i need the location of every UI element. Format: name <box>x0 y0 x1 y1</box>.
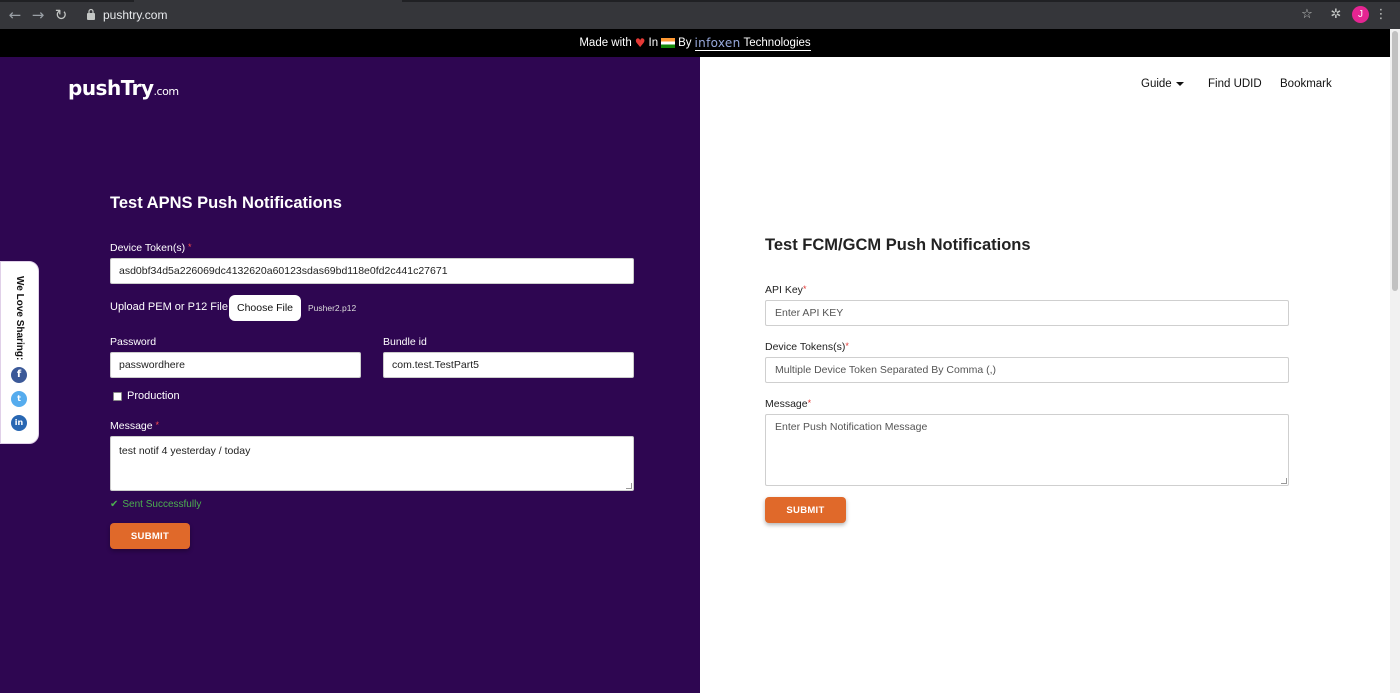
company-name: Technologies <box>743 36 811 49</box>
scrollbar-thumb[interactable] <box>1392 31 1398 291</box>
fcm-title: Test FCM/GCM Push Notifications <box>765 236 1031 254</box>
check-icon: ✔ <box>110 499 119 510</box>
fcm-message-label: Message* <box>765 398 811 410</box>
api-key-label: API Key* <box>765 284 806 296</box>
logo-text: pushTry <box>68 76 154 100</box>
fcm-submit-button[interactable]: SUBMIT <box>765 497 846 523</box>
linkedin-icon[interactable]: in <box>11 415 27 431</box>
back-icon[interactable]: ← <box>6 6 24 24</box>
choose-file-button[interactable]: Choose File <box>229 295 301 321</box>
nav-find-udid[interactable]: Find UDID <box>1208 78 1262 90</box>
lock-icon[interactable] <box>86 8 96 20</box>
company-logo: infoxen <box>694 35 741 50</box>
message-label-text: Message <box>110 420 153 432</box>
resize-handle[interactable] <box>1281 478 1287 484</box>
device-token-input[interactable]: asd0bf34d5a226069dc4132620a60123sdas69bd… <box>110 258 634 284</box>
bundle-id-label: Bundle id <box>383 336 427 348</box>
required-marker: * <box>807 398 812 408</box>
api-key-input[interactable]: Enter API KEY <box>765 300 1289 326</box>
top-banner: Made with ♥ In By infoxen Technologies <box>0 29 1390 57</box>
status-message: ✔ Sent Successfully <box>110 499 201 510</box>
company-link[interactable]: infoxen Technologies <box>694 35 811 51</box>
fcm-message-label-text: Message <box>765 398 808 410</box>
device-token-label: Device Token(s) * <box>110 242 192 254</box>
resize-handle[interactable] <box>626 483 632 489</box>
twitter-icon[interactable]: t <box>11 391 27 407</box>
share-label: We Love Sharing: <box>11 276 25 361</box>
active-tab[interactable] <box>134 0 402 2</box>
caret-down-icon <box>1175 81 1184 86</box>
fcm-panel: Guide Find UDID Bookmark Test FCM/GCM Pu… <box>700 57 1390 693</box>
required-marker: * <box>155 420 160 430</box>
share-widget: We Love Sharing: f t in <box>0 261 39 444</box>
india-flag-icon <box>661 38 676 48</box>
share-label-text: We Love Sharing: <box>14 276 25 361</box>
facebook-icon[interactable]: f <box>11 367 27 383</box>
status-text: Sent Successfully <box>122 499 202 510</box>
api-key-label-text: API Key <box>765 284 803 296</box>
address-bar[interactable]: pushtry.com <box>103 8 167 22</box>
apns-submit-button[interactable]: SUBMIT <box>110 523 190 549</box>
file-name: Pusher2.p12 <box>308 303 357 313</box>
message-label: Message * <box>110 420 159 432</box>
avatar[interactable]: J <box>1352 6 1369 23</box>
nav-bookmark[interactable]: Bookmark <box>1280 78 1332 90</box>
required-marker: * <box>802 284 807 294</box>
required-marker: * <box>845 341 849 351</box>
device-token-label-text: Device Token(s) <box>110 242 186 254</box>
banner-by: By <box>678 37 692 49</box>
device-tokens-label: Device Tokens(s)* <box>765 341 849 353</box>
banner-in: In <box>648 37 659 49</box>
apns-panel: pushTry.com Test APNS Push Notifications… <box>0 57 700 693</box>
page-scrollbar[interactable] <box>1390 29 1400 693</box>
device-tokens-input[interactable]: Multiple Device Token Separated By Comma… <box>765 357 1289 383</box>
logo-suffix: .com <box>153 85 180 98</box>
heart-icon: ♥ <box>634 36 646 50</box>
banner-made-with: Made with <box>579 37 632 49</box>
production-checkbox[interactable] <box>113 392 122 401</box>
nav-guide[interactable]: Guide <box>1141 78 1184 90</box>
star-icon[interactable]: ☆ <box>1298 6 1316 24</box>
upload-label: Upload PEM or P12 File: <box>110 301 232 313</box>
password-input[interactable]: passwordhere <box>110 352 361 378</box>
fcm-message-textarea[interactable]: Enter Push Notification Message <box>765 414 1289 486</box>
nav-guide-label: Guide <box>1141 78 1172 90</box>
forward-icon[interactable]: → <box>29 6 47 24</box>
message-textarea[interactable]: test notif 4 yesterday / today <box>110 436 634 491</box>
required-marker: * <box>188 242 192 252</box>
apns-title: Test APNS Push Notifications <box>110 194 342 212</box>
device-tokens-label-text: Device Tokens(s) <box>765 341 846 353</box>
browser-toolbar: ← → ↻ pushtry.com ☆ ✲ J ⋮ <box>0 0 1400 29</box>
site-logo[interactable]: pushTry.com <box>68 76 179 100</box>
production-label: Production <box>127 390 180 402</box>
extensions-icon[interactable]: ✲ <box>1327 6 1345 24</box>
reload-icon[interactable]: ↻ <box>52 6 70 24</box>
menu-icon[interactable]: ⋮ <box>1372 6 1390 24</box>
bundle-id-input[interactable]: com.test.TestPart5 <box>383 352 634 378</box>
password-label: Password <box>110 336 157 348</box>
